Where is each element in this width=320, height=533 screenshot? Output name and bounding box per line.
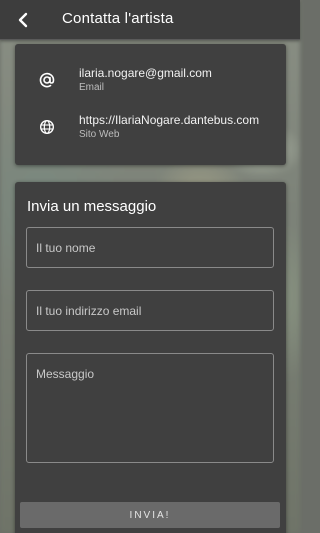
app-bar: Contatta l'artista	[0, 0, 300, 40]
at-sign-icon	[37, 70, 57, 90]
contact-email-row[interactable]: ilaria.nogare@gmail.com Email	[15, 66, 286, 106]
send-button[interactable]: INVIA!	[20, 502, 280, 528]
message-form-card: Invia un messaggio	[15, 182, 286, 533]
name-input[interactable]	[26, 227, 274, 268]
globe-icon	[37, 117, 57, 137]
email-label: Email	[79, 82, 105, 93]
email-value: ilaria.nogare@gmail.com	[79, 66, 212, 80]
message-textarea[interactable]	[26, 353, 274, 463]
chevron-left-icon	[18, 12, 28, 28]
back-button[interactable]	[12, 9, 34, 31]
page-title: Contatta l'artista	[62, 10, 174, 27]
contact-info-card: ilaria.nogare@gmail.com Email https://Il…	[15, 44, 286, 165]
email-input[interactable]	[26, 290, 274, 331]
website-value: https://IlariaNogare.dantebus.com	[79, 113, 260, 127]
contact-website-row[interactable]: https://IlariaNogare.dantebus.com Sito W…	[15, 113, 286, 153]
form-title: Invia un messaggio	[27, 198, 157, 215]
website-label: Sito Web	[79, 129, 120, 140]
